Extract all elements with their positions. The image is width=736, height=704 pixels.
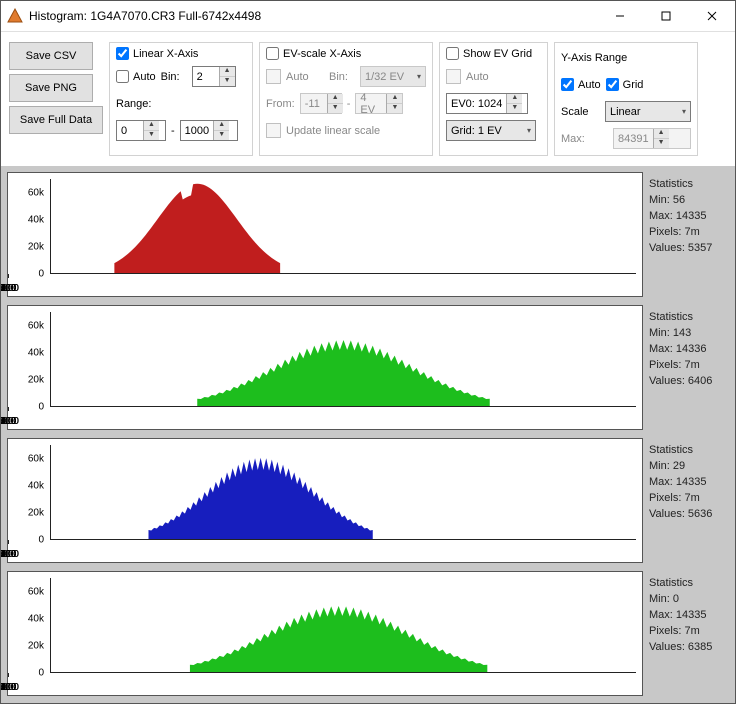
maximize-button[interactable]	[643, 1, 689, 31]
show-ev-grid-group: Show EV Grid Auto EV0: 1024▲▼ Grid: 1 EV…	[439, 42, 548, 156]
toolbar: Save CSV Save PNG Save Full Data Linear …	[1, 32, 735, 166]
y-grid-checkbox[interactable]: Grid	[606, 78, 644, 91]
minimize-button[interactable]	[597, 1, 643, 31]
save-csv-button[interactable]: Save CSV	[9, 42, 93, 70]
histogram-chart: 60k40k20k0010020030040050060070080090010…	[7, 305, 643, 430]
save-full-data-button[interactable]: Save Full Data	[9, 106, 103, 134]
scale-label: Scale	[561, 106, 589, 118]
show-ev-grid-checkbox[interactable]: Show EV Grid	[446, 47, 541, 60]
range-label: Range:	[116, 98, 151, 110]
ev-auto-checkbox-disabled	[266, 69, 281, 84]
statistics: StatisticsMin: 0Max: 14335Pixels: 7mValu…	[649, 571, 729, 696]
y-axis-range-group: Y-Axis Range Auto Grid Scale Linear▾ Max…	[554, 42, 698, 156]
titlebar: Histogram: 1G4A7070.CR3 Full-6742x4498	[1, 1, 735, 32]
update-linear-scale-checkbox	[266, 123, 281, 138]
linear-xaxis-group: Linear X-Axis Auto Bin: 2▲▼ Range: 0▲▼ -…	[109, 42, 253, 156]
ev-to-input: 4 EV▲▼	[355, 93, 403, 114]
statistics: StatisticsMin: 56Max: 14335Pixels: 7mVal…	[649, 172, 729, 297]
window-title: Histogram: 1G4A7070.CR3 Full-6742x4498	[29, 9, 261, 23]
ev0-input[interactable]: EV0: 1024▲▼	[446, 93, 528, 114]
bin-label: Bin:	[161, 71, 187, 83]
y-max-input: 84391▲▼	[613, 128, 691, 149]
ev-scale-checkbox[interactable]: EV-scale X-Axis	[266, 47, 426, 60]
y-axis-range-label: Y-Axis Range	[561, 52, 627, 64]
close-button[interactable]	[689, 1, 735, 31]
histogram-chart: 60k40k20k0010020030040050060070080090010…	[7, 571, 643, 696]
save-png-button[interactable]: Save PNG	[9, 74, 93, 102]
grid-auto-checkbox	[446, 69, 461, 84]
linear-auto-checkbox[interactable]: Auto	[116, 70, 156, 83]
grid-select[interactable]: Grid: 1 EV▾	[446, 120, 536, 141]
bin-input[interactable]: 2▲▼	[192, 66, 236, 87]
statistics: StatisticsMin: 143Max: 14336Pixels: 7mVa…	[649, 305, 729, 430]
app-icon	[7, 8, 23, 24]
ev-bin-select: 1/32 EV▾	[360, 66, 426, 87]
ev-scale-group: EV-scale X-Axis Auto Bin: 1/32 EV▾ From:…	[259, 42, 433, 156]
scale-select[interactable]: Linear▾	[605, 101, 691, 122]
linear-xaxis-checkbox[interactable]: Linear X-Axis	[116, 47, 246, 60]
histogram-chart: 60k40k20k0010020030040050060070080090010…	[7, 172, 643, 297]
y-auto-checkbox[interactable]: Auto	[561, 78, 601, 91]
statistics: StatisticsMin: 29Max: 14335Pixels: 7mVal…	[649, 438, 729, 563]
ev-from-input: -11▲▼	[300, 93, 342, 114]
range-from-input[interactable]: 0▲▼	[116, 120, 166, 141]
range-to-input[interactable]: 1000▲▼	[180, 120, 238, 141]
histogram-chart: 60k40k20k0010020030040050060070080090010…	[7, 438, 643, 563]
